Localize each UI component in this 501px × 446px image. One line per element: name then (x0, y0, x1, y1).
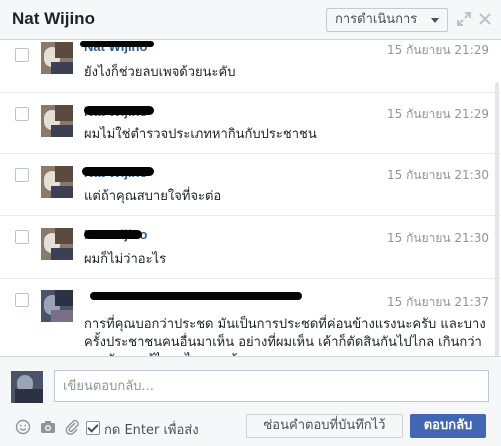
divider (0, 153, 501, 154)
emoji-icon[interactable] (15, 419, 31, 435)
send-on-enter-checkbox[interactable] (86, 421, 100, 435)
message-time: 15 กันยายน 21:29 (387, 107, 489, 121)
chevron-down-icon (431, 18, 439, 23)
actions-label: การดำเนินการ (335, 12, 418, 27)
message-text: การที่คุณบอกว่าประชด มันเป็นการประชดที่ค… (84, 317, 486, 356)
message-checkbox[interactable] (15, 107, 29, 121)
avatar (41, 42, 73, 74)
avatar (41, 290, 73, 322)
redaction-mark (80, 41, 154, 47)
send-on-enter-label: กด Enter เพื่อส่ง (104, 423, 199, 438)
hide-saved-replies-button[interactable]: ซ่อนคำตอบที่บันทึกไว้ (246, 414, 403, 438)
paperclip-icon[interactable] (64, 419, 80, 435)
message-checkbox[interactable] (15, 48, 29, 62)
message-text: แต่ถ้าคุณสบายใจที่จะต่อ (84, 189, 222, 204)
actions-dropdown[interactable]: การดำเนินการ (326, 8, 448, 32)
redaction-mark (90, 292, 302, 300)
scrollbar[interactable] (495, 82, 499, 356)
avatar (41, 105, 73, 137)
redaction-mark (84, 106, 154, 115)
message-checkbox[interactable] (15, 293, 29, 307)
message-text: ผมไม่ใช่ตำรวจประเภทหากินกับประชาชน (84, 127, 317, 142)
redaction-mark (84, 230, 142, 239)
message-text: ยังไงก็ช่วยลบเพจด้วยนะคับ (84, 65, 236, 80)
reply-input[interactable] (54, 370, 489, 402)
avatar (41, 228, 73, 260)
divider (0, 278, 501, 279)
message-checkbox[interactable] (15, 168, 29, 182)
message-text: ผมก็ไม่ว่าอะไร (84, 252, 167, 267)
redaction-mark (82, 167, 154, 176)
message-time: 15 กันยายน 21:30 (387, 231, 489, 245)
reply-composer: กด Enter เพื่อส่ง ซ่อนคำตอบที่บันทึกไว้ … (0, 356, 501, 446)
divider (0, 215, 501, 216)
expand-icon[interactable] (456, 11, 472, 27)
camera-icon[interactable] (40, 419, 56, 435)
conversation-header: Nat Wijino การดำเนินการ (0, 0, 501, 40)
message-time: 15 กันยายน 21:30 (387, 168, 489, 182)
message-time: 15 กันยายน 21:29 (387, 43, 489, 57)
reply-button[interactable]: ตอบกลับ (410, 414, 486, 438)
message-list[interactable]: Nat Wijino 15 กันยายน 21:29 ยังไงก็ช่วยล… (0, 40, 501, 356)
close-icon[interactable] (477, 11, 493, 27)
conversation-title: Nat Wijino (12, 9, 95, 28)
message-time: 15 กันยายน 21:37 (387, 295, 489, 309)
avatar (11, 371, 43, 403)
divider (0, 92, 501, 93)
message-checkbox[interactable] (15, 230, 29, 244)
avatar (41, 166, 73, 198)
